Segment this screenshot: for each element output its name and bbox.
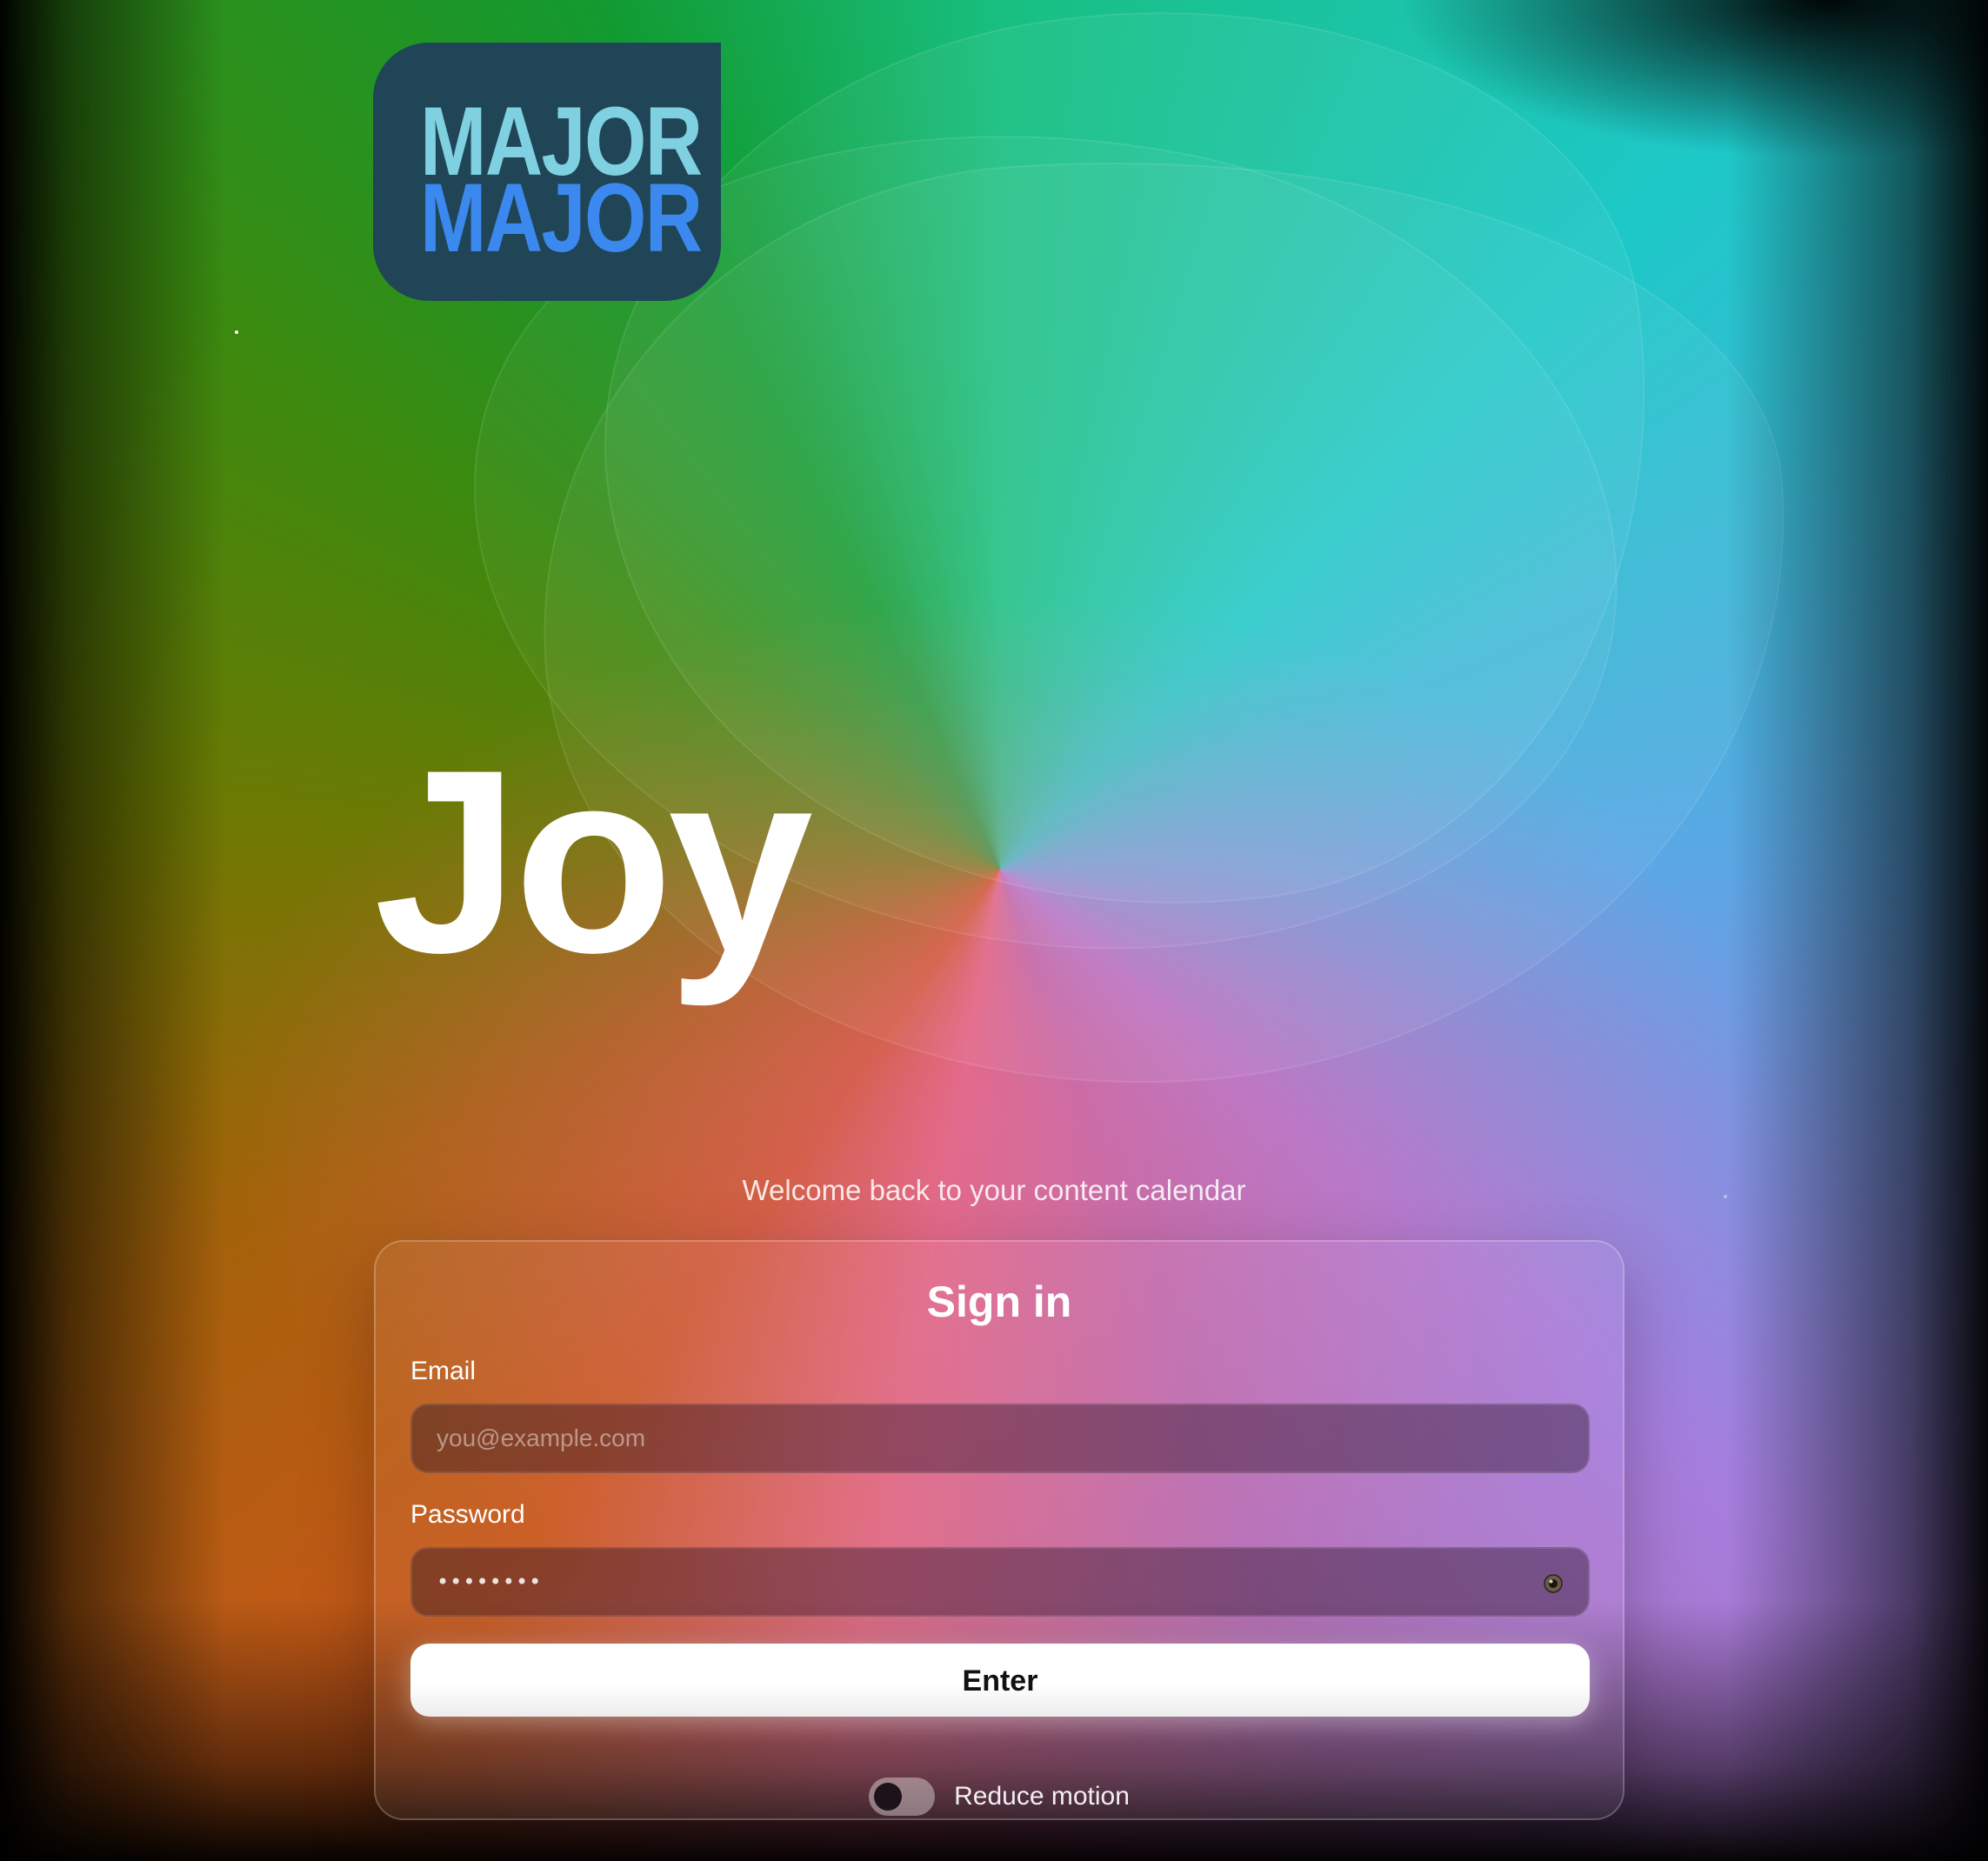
password-label: Password bbox=[410, 1500, 525, 1529]
email-field-wrapper bbox=[410, 1404, 1590, 1473]
welcome-subtitle: Welcome back to your content calendar bbox=[742, 1174, 1246, 1206]
reduce-motion-label: Reduce motion bbox=[954, 1782, 1130, 1811]
eye-icon[interactable] bbox=[1543, 1573, 1564, 1594]
toggle-knob bbox=[874, 1783, 903, 1811]
email-input[interactable] bbox=[412, 1405, 1588, 1471]
password-field[interactable]: •••••••• bbox=[410, 1547, 1590, 1617]
sign-in-heading: Sign in bbox=[926, 1277, 1072, 1326]
eye-icon-graphic bbox=[1544, 1574, 1563, 1593]
email-label: Email bbox=[410, 1357, 477, 1385]
reduce-motion-toggle[interactable] bbox=[869, 1778, 936, 1816]
app-title: Joy bbox=[374, 715, 813, 1007]
sign-in-card: Sign in Email Password •••••••• Enter Re… bbox=[374, 1240, 1624, 1820]
background-speck bbox=[235, 330, 238, 334]
enter-button[interactable]: Enter bbox=[410, 1644, 1590, 1717]
brand-logo: MAJOR MAJOR bbox=[373, 43, 721, 301]
logo-text-bottom: MAJOR bbox=[420, 163, 703, 272]
password-masked-value: •••••••• bbox=[437, 1570, 543, 1594]
reduce-motion-row: Reduce motion bbox=[376, 1778, 1623, 1816]
